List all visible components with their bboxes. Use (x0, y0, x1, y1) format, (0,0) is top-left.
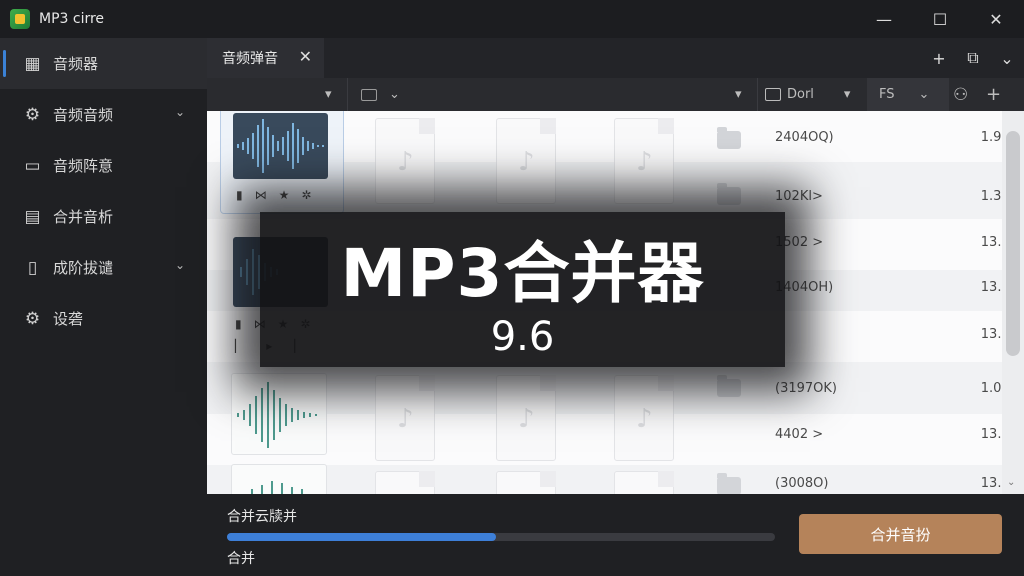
progress-fill (227, 533, 496, 541)
user-icon[interactable]: ⚇ (953, 78, 968, 111)
scroll-thumb[interactable] (1006, 131, 1020, 356)
sidebar: ▦ 音频器 ⚙ 音频音频 ⌄ ▭ 音频阵意 ▤ 合并音析 ▯ 成阶拔谴 ⌄ ⚙ … (0, 38, 207, 576)
merge-task-title: 合并云牍并 (227, 509, 297, 525)
maximize-button[interactable]: ☐ (912, 0, 968, 38)
window-controls: — ☐ ✕ (856, 0, 1024, 38)
tab-label: 音频弹音 (222, 51, 278, 67)
app-logo-icon (10, 9, 30, 29)
merge-status: 合并 (227, 551, 255, 567)
banner-version: 9.6 (490, 314, 555, 360)
dropdown-arrow-icon: ▾ (325, 87, 332, 102)
format-dropdown[interactable]: FS ⌄ (867, 78, 949, 111)
merge-panel: 合并云牍并 合并 合并音扮 (207, 494, 1024, 576)
sidebar-item-label: 设砻 (53, 310, 84, 328)
dropdown-arrow-icon: ▾ (735, 87, 742, 102)
gear-icon: ⚙ (24, 104, 41, 125)
selected-audio-thumbnail[interactable]: ▮ ⋈ ★ ✲ (220, 111, 344, 214)
window-icon[interactable]: ⧉ (956, 38, 990, 78)
file-name: 102Kl> (775, 189, 823, 204)
file-name: 2404OQ) (775, 130, 834, 145)
document-icon: ▯ (27, 257, 38, 278)
file-name: (3008O) (775, 476, 829, 491)
sidebar-item-label: 音频阵意 (53, 157, 114, 175)
folder-icon (717, 473, 741, 494)
music-file-icon[interactable] (496, 118, 556, 204)
folder-icon (717, 375, 741, 397)
minimize-button[interactable]: — (856, 0, 912, 38)
sidebar-item-settings[interactable]: ⚙ 设砻 (0, 293, 207, 344)
music-file-icon[interactable] (614, 118, 674, 204)
music-file-icon[interactable] (496, 375, 556, 461)
close-icon[interactable]: ✕ (299, 47, 312, 66)
chevron-down-icon[interactable]: ⌄ (175, 258, 185, 272)
sort-label: Dorl (787, 87, 814, 102)
file-icon[interactable]: ▮ (235, 317, 242, 331)
music-file-icon[interactable] (614, 471, 674, 494)
chevron-down-icon: ⌄ (918, 87, 930, 102)
merge-progress-bar (227, 533, 775, 541)
music-file-icon[interactable] (496, 471, 556, 494)
effects-icon[interactable]: ✲ (301, 188, 311, 202)
settings-icon: ⚙ (24, 308, 41, 329)
sidebar-item-merge-analysis[interactable]: ▤ 合并音析 (0, 191, 207, 242)
merge-button[interactable]: 合并音扮 (799, 514, 1002, 554)
close-button[interactable]: ✕ (968, 0, 1024, 38)
chevron-down-icon[interactable]: ⌄ (990, 38, 1024, 78)
divider (757, 78, 758, 111)
banner-title: MP3合并器 (340, 235, 705, 312)
sidebar-item-label: 成阶拔谴 (53, 259, 114, 277)
title-bar: MP3 cirre — ☐ ✕ (0, 0, 1024, 38)
folder-icon (361, 88, 377, 101)
music-file-icon[interactable] (375, 471, 435, 494)
tab-bar: 音频弹音 ✕ + ⧉ ⌄ (207, 38, 1024, 78)
add-tab-icon[interactable]: + (922, 38, 956, 78)
sort-icon (765, 88, 781, 101)
chevron-down-icon: ⌄ (389, 87, 400, 102)
tab-audio[interactable]: 音频弹音 ✕ (207, 38, 324, 78)
bar-icon: ▏ (235, 339, 245, 353)
sidebar-item-audio-device[interactable]: ▦ 音频器 (0, 38, 207, 89)
sort-dropdown[interactable]: Dorl ▾ (765, 78, 850, 111)
music-file-icon[interactable] (375, 375, 435, 461)
sidebar-item-output[interactable]: ▯ 成阶拔谴 ⌄ (0, 242, 207, 293)
view-dropdown[interactable]: ▾ (325, 78, 332, 111)
chevron-down-icon[interactable]: ⌄ (175, 105, 185, 119)
music-file-icon[interactable] (375, 118, 435, 204)
folder-dropdown[interactable]: ⌄ (361, 78, 400, 111)
scrollbar[interactable]: ⌄ (1002, 111, 1024, 494)
dropdown-arrow-icon: ▾ (843, 87, 851, 102)
divider (347, 78, 348, 111)
thumbnail-actions: ▮ ⋈ ★ ✲ (236, 188, 311, 202)
app-title: MP3 cirre (39, 11, 105, 27)
waveform-image[interactable] (231, 464, 327, 494)
sidebar-item-audio-audio[interactable]: ⚙ 音频音频 ⌄ (0, 89, 207, 140)
sidebar-item-label: 音频器 (53, 55, 99, 73)
format-icon: FS (879, 87, 895, 102)
add-icon[interactable]: + (986, 78, 1001, 111)
sidebar-item-label: 合并音析 (53, 208, 114, 226)
sidebar-item-label: 音频音频 (53, 106, 114, 124)
waveform-image (233, 113, 328, 179)
toolbar: ▾ ⌄ ▾ Dorl ▾ FS ⌄ ⚇ + (207, 78, 1024, 111)
monitor-icon: ▭ (24, 155, 41, 176)
grid-icon: ▦ (24, 53, 41, 74)
file-icon[interactable]: ▮ (236, 188, 243, 202)
star-icon[interactable]: ★ (279, 188, 290, 202)
equalizer-icon: ▤ (24, 206, 41, 227)
promo-banner: MP3合并器 9.6 (260, 212, 785, 367)
waveform-image[interactable] (231, 373, 327, 455)
folder-icon (717, 183, 741, 205)
folder-icon (717, 127, 741, 149)
file-name: (3197OK) (775, 381, 837, 396)
sidebar-item-audio-monitor[interactable]: ▭ 音频阵意 (0, 140, 207, 191)
filter-dropdown[interactable]: ▾ (735, 78, 742, 111)
scroll-down-icon[interactable]: ⌄ (1007, 477, 1015, 488)
cut-icon[interactable]: ⋈ (255, 188, 267, 202)
tab-actions: + ⧉ ⌄ (922, 38, 1024, 78)
music-file-icon[interactable] (614, 375, 674, 461)
file-name: 4402 > (775, 427, 824, 442)
